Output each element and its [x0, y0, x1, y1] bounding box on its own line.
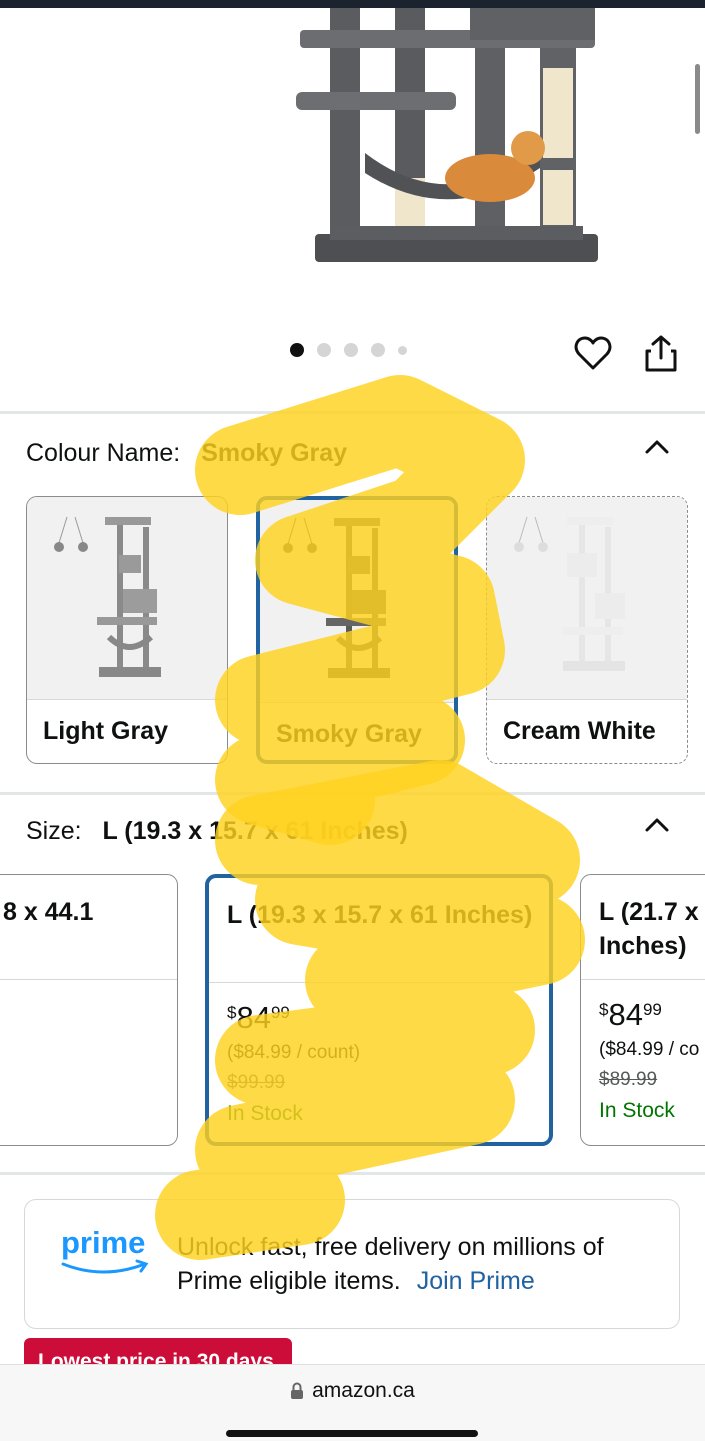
size-selected-value: L (19.3 x 15.7 x 61 Inches)	[102, 817, 408, 845]
prime-logo: prime	[61, 1225, 151, 1283]
section-divider	[0, 1172, 705, 1175]
prime-message-block: Unlock fast, free delivery on millions o…	[177, 1230, 657, 1298]
colour-option-label: Cream White	[503, 717, 656, 745]
size-option-header: L (21.7 x Inches)	[581, 875, 705, 980]
image-carousel-dots[interactable]	[290, 343, 407, 357]
colour-option-light-gray[interactable]: Light Gray	[26, 496, 228, 764]
size-option-title-line: Inches)	[599, 932, 687, 960]
colour-option-smoky-gray[interactable]: Smoky Gray	[256, 496, 458, 764]
list-price: $89.99	[599, 1069, 658, 1090]
page-scrollbar[interactable]	[695, 64, 700, 134]
size-option-card[interactable]: L (21.7 x Inches) $8499 ($84.99 / co $89…	[580, 874, 705, 1146]
prime-smile-icon	[61, 1259, 149, 1274]
price-currency: $	[599, 1000, 609, 1019]
carousel-dot[interactable]	[317, 343, 331, 357]
colour-option-label: Light Gray	[43, 717, 169, 745]
size-option-header: L (19.3 x 15.7 x 61 Inches)	[209, 878, 549, 983]
heart-icon[interactable]	[573, 334, 613, 374]
price-fraction: 99	[270, 1003, 290, 1022]
price-fraction: 99	[642, 1000, 662, 1019]
price-whole: 84	[608, 997, 643, 1032]
home-indicator[interactable]	[226, 1430, 478, 1437]
colour-selected-value: Smoky Gray	[201, 439, 348, 467]
url-text: amazon.ca	[312, 1379, 415, 1402]
section-divider	[0, 792, 705, 795]
colour-thumbnail	[27, 497, 227, 700]
prime-logo-text: prime	[61, 1225, 146, 1260]
price-currency: $	[227, 1003, 237, 1022]
lock-icon	[291, 1382, 304, 1400]
chevron-up-icon[interactable]	[644, 814, 670, 834]
size-option-header: 8 x 44.1	[0, 875, 177, 980]
size-option-title: L (21.7 x Inches)	[599, 895, 699, 963]
size-option-card-selected[interactable]: L (19.3 x 15.7 x 61 Inches) $8499 ($84.9…	[205, 874, 553, 1146]
carousel-dot[interactable]	[290, 343, 304, 357]
chevron-up-icon[interactable]	[644, 436, 670, 456]
colour-thumbnail	[487, 497, 687, 700]
colour-option-label: Smoky Gray	[276, 720, 422, 748]
unit-price: ($84.99 / co	[599, 1039, 700, 1060]
carousel-dot[interactable]	[398, 345, 407, 355]
size-label: Size:	[26, 817, 82, 845]
carousel-dot[interactable]	[344, 343, 358, 357]
size-option-title: L (19.3 x 15.7 x 61 Inches)	[227, 901, 533, 929]
colour-thumbnail	[260, 500, 454, 703]
prime-message: Unlock fast, free delivery on millions o…	[177, 1233, 604, 1295]
stock-status: In Stock	[599, 1099, 675, 1122]
section-divider	[0, 411, 705, 414]
colour-option-cream-white[interactable]: Cream White	[486, 496, 688, 764]
size-option-price: $8499	[227, 1000, 290, 1036]
colour-name-row: Colour Name: Smoky Gray	[26, 439, 347, 468]
cat-tree-image	[296, 8, 598, 262]
size-option-title: 8 x 44.1	[3, 898, 94, 926]
top-status-bar	[0, 0, 705, 8]
size-option-title-line: L (21.7 x	[599, 898, 699, 926]
list-price: $99.99	[227, 1072, 286, 1093]
price-whole: 84	[236, 1000, 271, 1035]
size-row: Size: L (19.3 x 15.7 x 61 Inches)	[26, 817, 408, 846]
prime-promo[interactable]: prime Unlock fast, free delivery on mill…	[24, 1199, 680, 1329]
url-display[interactable]: amazon.ca	[0, 1379, 705, 1403]
join-prime-link[interactable]: Join Prime	[417, 1267, 535, 1295]
colour-name-label: Colour Name:	[26, 439, 181, 467]
unit-price: ($84.99 / count)	[227, 1042, 361, 1063]
carousel-dot[interactable]	[371, 343, 385, 357]
size-option-price: $8499	[599, 997, 662, 1033]
size-option-card[interactable]: 8 x 44.1	[0, 874, 178, 1146]
share-icon[interactable]	[644, 334, 678, 374]
stock-status: In Stock	[227, 1102, 303, 1125]
